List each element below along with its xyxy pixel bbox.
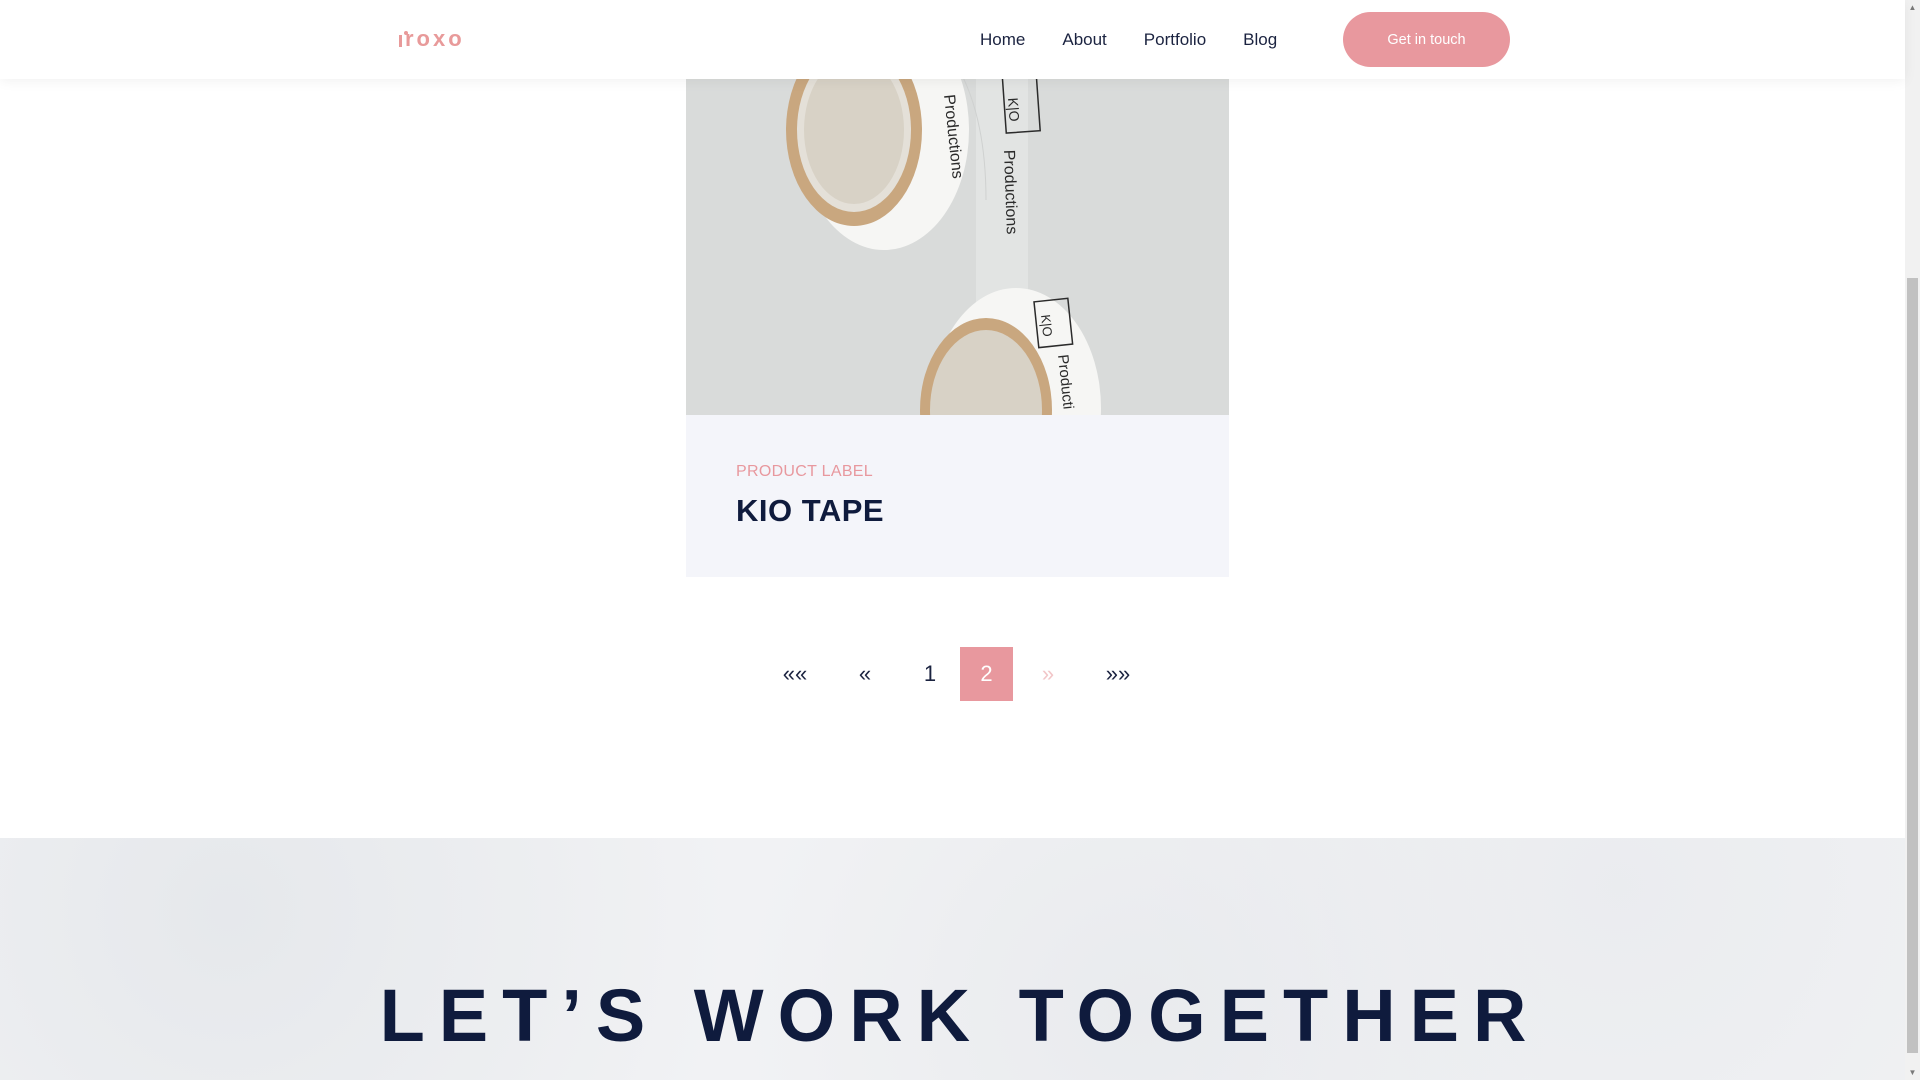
- card-category[interactable]: PRODUCT LABEL: [736, 463, 873, 481]
- kio-label-bottom: K|O: [1038, 314, 1055, 338]
- nav-about[interactable]: About: [1062, 30, 1106, 50]
- pagination-first[interactable]: ««: [760, 647, 830, 701]
- get-in-touch-button[interactable]: Get in touch: [1343, 12, 1510, 67]
- scrollbar-thumb[interactable]: [1907, 278, 1918, 1053]
- main-nav: Home About Portfolio Blog: [980, 0, 1277, 79]
- tape-text-2: Productions: [1000, 150, 1020, 235]
- pagination-page-1[interactable]: 1: [900, 647, 960, 701]
- nav-home[interactable]: Home: [980, 30, 1025, 50]
- portfolio-card-body: PRODUCT LABEL KIO TAPE: [686, 415, 1229, 577]
- pagination-page-current: 2: [960, 647, 1013, 701]
- pagination-next: »: [1041, 661, 1055, 686]
- nav-blog[interactable]: Blog: [1243, 30, 1277, 50]
- site-logo[interactable]: roxo: [399, 26, 465, 51]
- page-scrollbar[interactable]: ▲ ▼: [1905, 0, 1920, 1080]
- logo-mark: [399, 35, 402, 47]
- card-title[interactable]: KIO TAPE: [736, 493, 884, 529]
- nav-portfolio[interactable]: Portfolio: [1144, 30, 1206, 50]
- work-together-heading: LET’S WORK TOGETHER: [379, 974, 1541, 1057]
- portfolio-card[interactable]: Productions Productions K|O K|O Producti: [686, 0, 1229, 577]
- logo-dot: [404, 31, 408, 35]
- site-header: roxo Home About Portfolio Blog Get in to…: [0, 0, 1905, 79]
- pagination: «« « 1 2 » »»: [760, 647, 1153, 701]
- pagination-last[interactable]: »»: [1083, 647, 1153, 701]
- logo-text: roxo: [405, 26, 465, 51]
- work-together-section: LET’S WORK TOGETHER: [0, 838, 1905, 1080]
- scroll-up-arrow-icon[interactable]: ▲: [1905, 0, 1920, 15]
- pagination-prev[interactable]: «: [830, 647, 900, 701]
- kio-label-top: K|O: [1005, 97, 1023, 122]
- scroll-down-arrow-icon[interactable]: ▼: [1905, 1065, 1920, 1080]
